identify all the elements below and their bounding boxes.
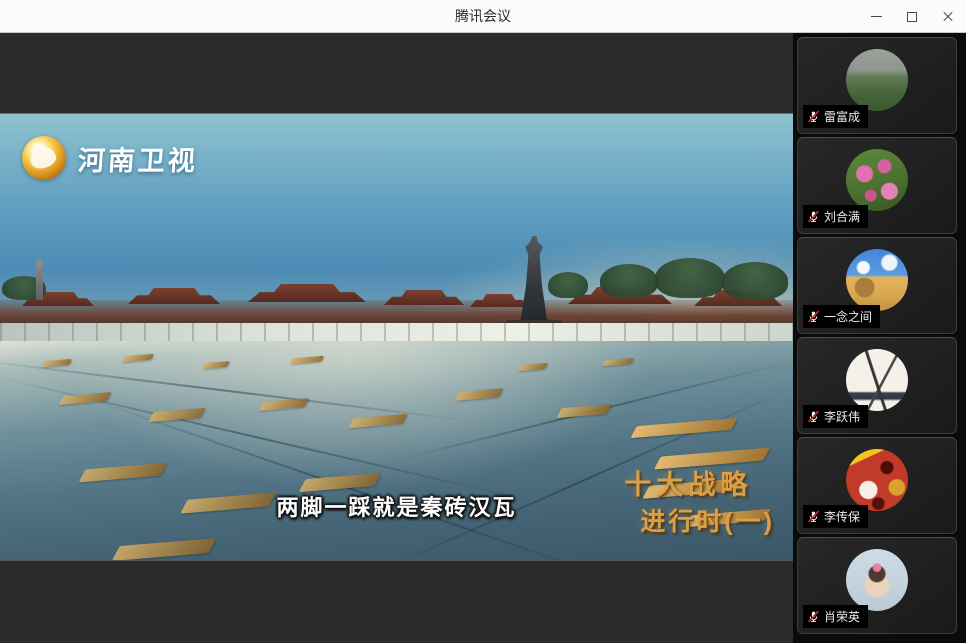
participant-avatar: [846, 449, 908, 511]
participant-name: 雷富成: [824, 108, 860, 125]
meeting-content: 河南卫视 两脚一踩就是秦砖汉瓦 十大战略 进行时(一) 雷富成 刘合满: [0, 33, 966, 643]
participant-name-tag: 一念之间: [803, 305, 880, 328]
channel-logo: 河南卫视: [22, 136, 198, 180]
participant-name: 李传保: [824, 508, 860, 525]
participant-tile[interactable]: 肖荣英: [797, 537, 957, 634]
participant-avatar: [846, 349, 908, 411]
participant-tile[interactable]: 刘合满: [797, 137, 957, 234]
program-watermark: 十大战略 进行时(一): [624, 463, 775, 538]
distant-tower: [36, 260, 43, 300]
participant-tile[interactable]: 李传保: [797, 437, 957, 534]
participants-sidebar: 雷富成 刘合满 一念之间 李跃伟: [793, 33, 966, 643]
close-button[interactable]: [930, 0, 966, 33]
maximize-button[interactable]: [894, 0, 930, 33]
watermark-line2: 进行时(一): [624, 502, 775, 538]
stone-balustrade: [0, 323, 793, 343]
participant-avatar: [846, 149, 908, 211]
shared-screen-area: 河南卫视 两脚一踩就是秦砖汉瓦 十大战略 进行时(一): [0, 33, 793, 643]
participant-tile[interactable]: 雷富成: [797, 37, 957, 134]
watermark-line1: 十大战略: [624, 463, 775, 502]
participant-tile[interactable]: 李跃伟: [797, 337, 957, 434]
participant-tile[interactable]: 一念之间: [797, 237, 957, 334]
participant-name-tag: 李传保: [803, 505, 868, 528]
participant-name: 肖荣英: [824, 608, 860, 625]
participant-name: 一念之间: [824, 308, 872, 325]
henan-tv-logo-icon: [22, 136, 66, 180]
mic-muted-icon: [807, 210, 820, 223]
participant-name-tag: 肖荣英: [803, 605, 868, 628]
mic-muted-icon: [807, 410, 820, 423]
mic-muted-icon: [807, 110, 820, 123]
close-icon: [942, 11, 954, 23]
participant-avatar: [846, 549, 908, 611]
shared-video-frame: 河南卫视 两脚一踩就是秦砖汉瓦 十大战略 进行时(一): [0, 113, 793, 561]
minimize-button[interactable]: [858, 0, 894, 33]
participant-avatar: [846, 249, 908, 311]
channel-logo-text: 河南卫视: [77, 139, 200, 178]
participant-name-tag: 李跃伟: [803, 405, 868, 428]
participant-name: 李跃伟: [824, 408, 860, 425]
maximize-icon: [907, 12, 917, 22]
participant-name-tag: 刘合满: [803, 205, 868, 228]
participant-name: 刘合满: [824, 208, 860, 225]
mic-muted-icon: [807, 510, 820, 523]
window-title: 腾讯会议: [455, 6, 511, 26]
title-bar: 腾讯会议: [0, 0, 966, 33]
participant-avatar: [846, 49, 908, 111]
mic-muted-icon: [807, 310, 820, 323]
window-controls: [858, 0, 966, 33]
minimize-icon: [871, 16, 882, 17]
participant-name-tag: 雷富成: [803, 105, 868, 128]
mic-muted-icon: [807, 610, 820, 623]
